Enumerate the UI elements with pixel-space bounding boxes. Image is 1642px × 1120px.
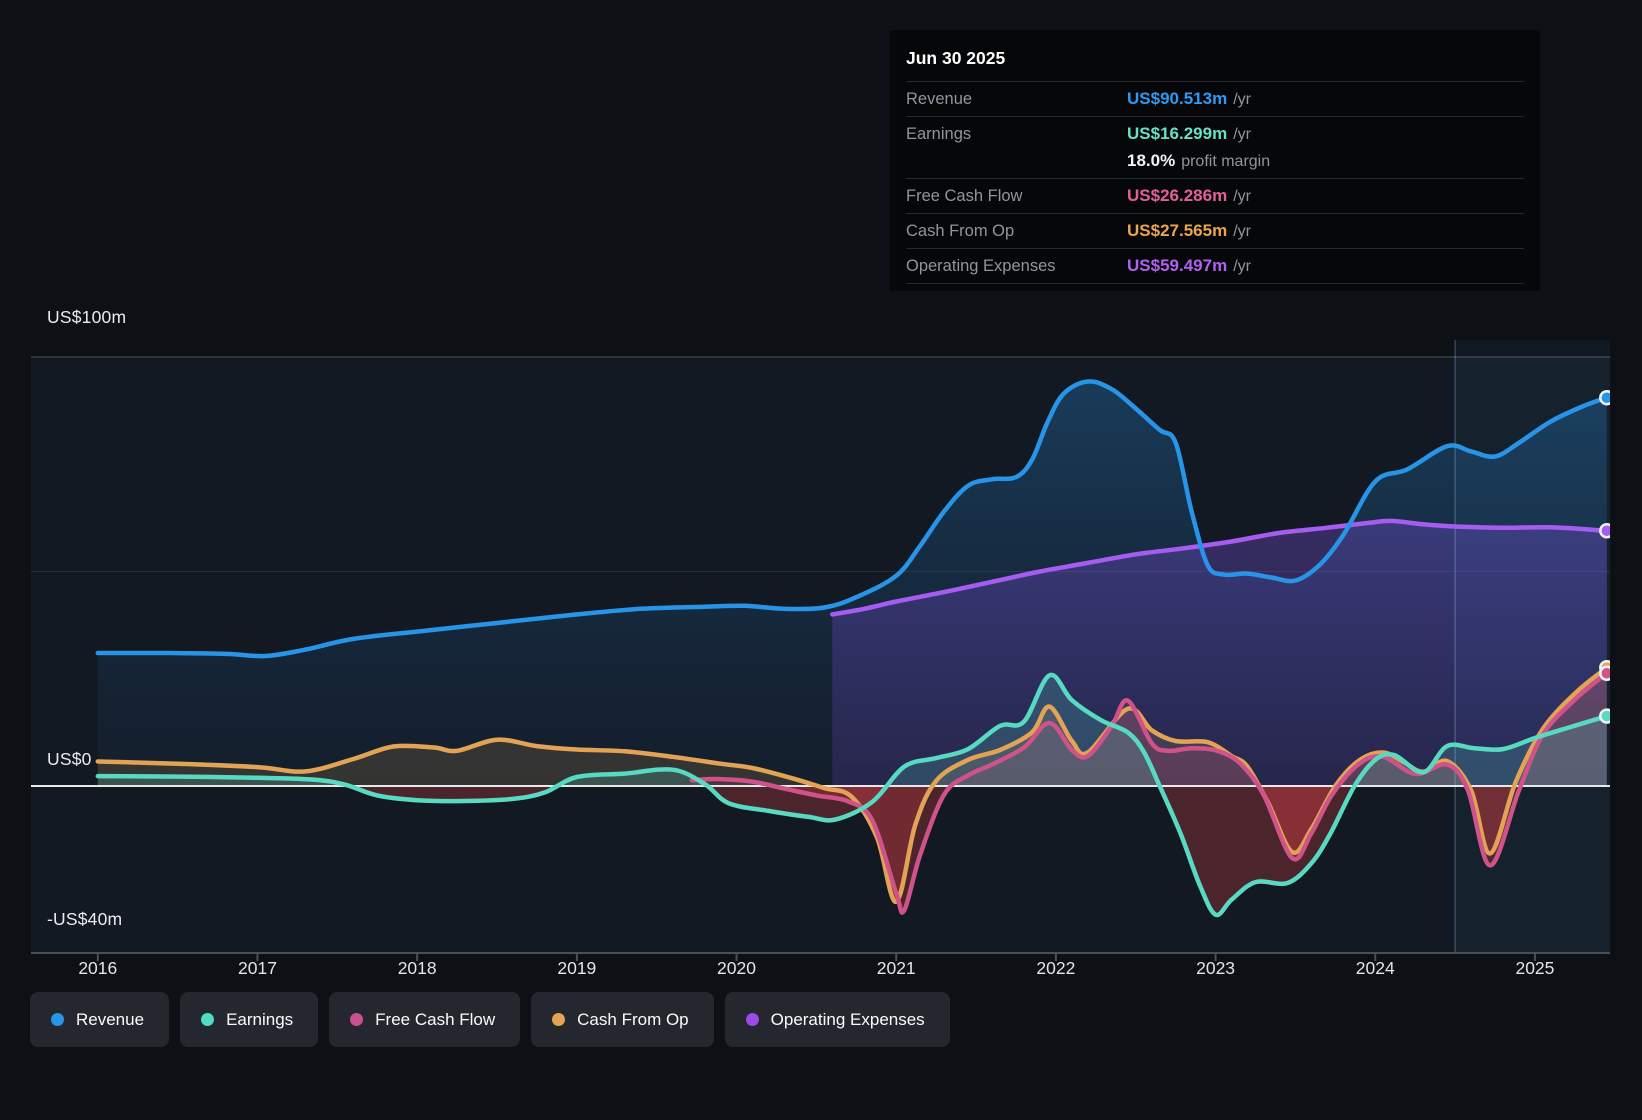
x-axis-label-2018: 2018 [397,958,437,978]
y-axis-label-0: US$0 [47,749,92,769]
operating-expenses-endpoint-dot [1599,523,1610,539]
legend-dot-icon [51,1013,64,1026]
chart-page: US$100m US$0 -US$40m 2016 2017 2018 2019 202… [0,0,1642,1120]
revenue-endpoint-dot [1599,389,1610,406]
legend-item-label: Free Cash Flow [375,1009,496,1029]
x-axis-label-2023: 2023 [1196,958,1236,978]
x-axis-label-2022: 2022 [1036,958,1076,978]
tooltip-row-unit: /yr [1233,91,1251,108]
chart-tooltip: Jun 30 2025 Revenue US$90.513m/yr Earnings… [890,30,1540,291]
legend-item-label: Earnings [226,1009,294,1029]
legend-item-label: Revenue [76,1009,145,1029]
tooltip-profit-margin-row: 18.0% profit margin [906,151,1524,178]
tooltip-row-unit: /yr [1233,126,1251,143]
tooltip-row-value: US$16.299m [1127,124,1228,143]
tooltip-row-label: Earnings [906,125,972,143]
tooltip-row: Operating Expenses US$59.497m/yr [906,248,1524,283]
x-axis-label-2021: 2021 [876,958,916,978]
tooltip-date: Jun 30 2025 [906,48,1006,68]
tooltip-row: Free Cash Flow US$26.286m/yr [906,178,1524,213]
legend-item-free-cash-flow[interactable]: Free Cash Flow [329,992,521,1047]
y-axis-label-neg40m: -US$40m [47,909,123,929]
x-axis-label-2019: 2019 [557,958,597,978]
profit-margin-label: profit margin [1181,153,1271,170]
x-axis-label-2025: 2025 [1515,958,1555,978]
legend-item-cash-from-op[interactable]: Cash From Op [531,992,714,1047]
tooltip-row-unit: /yr [1233,188,1251,205]
legend-item-label: Cash From Op [577,1009,689,1029]
tooltip-row: Revenue US$90.513m/yr [906,81,1524,116]
legend-item-revenue[interactable]: Revenue [30,992,170,1047]
tooltip-row-label: Free Cash Flow [906,187,1023,205]
legend-dot-icon [745,1013,759,1026]
free-cash-flow-endpoint-dot [1599,665,1610,681]
tooltip-row-label: Operating Expenses [906,257,1056,275]
tooltip-row-unit: /yr [1233,258,1251,275]
chart-legend: Revenue Earnings Free Cash Flow Cash From O… [30,992,950,1047]
tooltip-row: Earnings US$16.299m/yr [906,116,1524,151]
tooltip-row: Cash From Op US$27.565m/yr [906,213,1524,248]
x-axis-label-2020: 2020 [717,958,756,978]
tooltip-row-value: US$26.286m [1127,186,1228,205]
tooltip-row-label: Cash From Op [906,222,1015,240]
x-axis: 2016 2017 2018 2019 2020 2021 2022 2023 2024 2025 [0,958,1642,982]
legend-dot-icon [201,1013,215,1026]
profit-margin-value: 18.0% [1127,151,1176,170]
legend-item-label: Operating Expenses [770,1009,925,1029]
x-axis-label-2016: 2016 [78,958,118,978]
legend-dot-icon [552,1013,566,1026]
earnings-endpoint-dot [1599,708,1610,724]
legend-item-earnings[interactable]: Earnings [180,992,319,1047]
tooltip-row-value: US$90.513m [1127,89,1228,108]
legend-dot-icon [350,1013,364,1026]
tooltip-row-unit: /yr [1233,223,1251,240]
x-axis-label-2017: 2017 [238,958,277,978]
legend-item-operating-expenses[interactable]: Operating Expenses [724,992,950,1047]
tooltip-row-label: Revenue [906,90,973,108]
tooltip-row-value: US$27.565m [1127,221,1228,240]
tooltip-row-value: US$59.497m [1127,256,1228,275]
x-axis-label-2024: 2024 [1355,958,1395,978]
y-axis-label-100m: US$100m [47,307,127,327]
